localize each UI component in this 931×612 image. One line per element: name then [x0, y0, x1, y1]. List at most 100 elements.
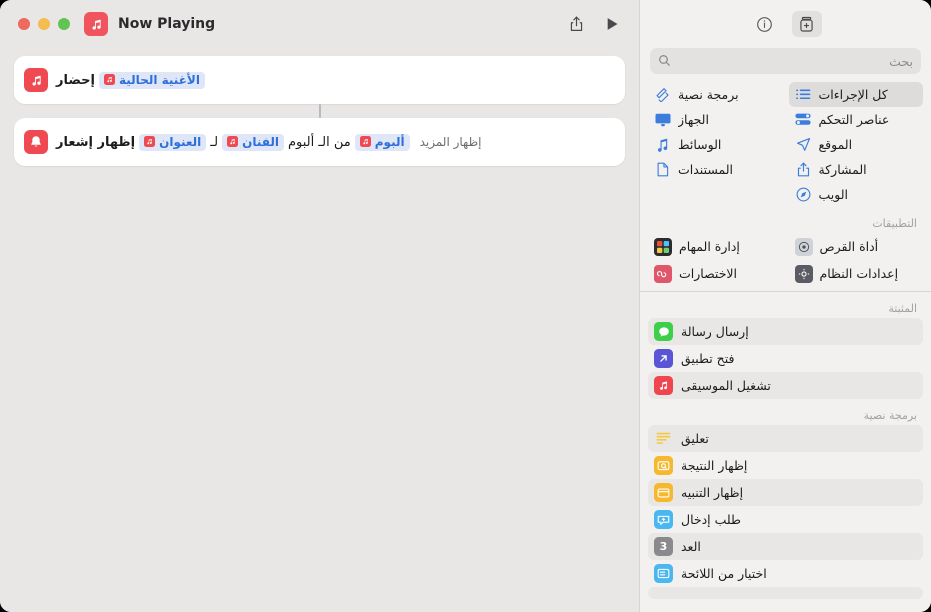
- close-button[interactable]: [58, 18, 70, 30]
- workflow-icon: [84, 12, 108, 36]
- list-icon: [795, 87, 812, 103]
- sidebar-item-scripting[interactable]: برمجة نصية: [648, 82, 783, 107]
- action-connector-word: لـ: [210, 134, 219, 150]
- search-container: بحث: [640, 48, 931, 82]
- action-card[interactable]: إظهار إشعار العنوان لـ الفنان من الـ ألب…: [14, 118, 625, 166]
- list-item[interactable]: فتح تطبيق: [648, 345, 923, 372]
- section-header-scripting: برمجة نصية: [863, 409, 917, 422]
- list-item[interactable]: إظهار التنبيه: [648, 479, 923, 506]
- search-input[interactable]: بحث: [677, 54, 913, 69]
- list-item[interactable]: [648, 587, 923, 599]
- main-toolbar: Now Playing: [0, 0, 639, 48]
- sidebar-scroll-area[interactable]: كل الإجراءات برمجة نصية عناصر التحكم الج…: [640, 82, 931, 612]
- script-icon: [654, 87, 671, 103]
- sidebar-item-label: الموقع: [818, 137, 853, 152]
- task-manager-icon: [654, 237, 672, 256]
- search-field[interactable]: بحث: [650, 48, 921, 74]
- sidebar-item-media[interactable]: الوسائط: [648, 132, 783, 157]
- sidebar-item-shortcuts[interactable]: الاختصارات: [648, 260, 783, 287]
- music-icon: [359, 136, 371, 147]
- section-header-pinned: المثبتة: [888, 302, 917, 315]
- open-app-icon: [654, 349, 673, 368]
- sidebar-item-all-actions[interactable]: كل الإجراءات: [788, 82, 923, 107]
- category-grid: كل الإجراءات برمجة نصية عناصر التحكم الج…: [640, 82, 931, 207]
- show-alert-icon: [654, 483, 673, 502]
- sidebar-item-label: برمجة نصية: [678, 87, 739, 102]
- comment-icon: [654, 429, 673, 448]
- sidebar-item-controls[interactable]: عناصر التحكم: [789, 107, 924, 132]
- choose-from-list-icon: [654, 564, 673, 583]
- sidebar-item-label: إدارة المهام: [679, 239, 740, 254]
- sidebar-item-label: الوسائط: [678, 137, 722, 152]
- display-icon: [654, 112, 671, 128]
- ask-input-icon: [654, 510, 673, 529]
- safari-icon: [795, 187, 812, 203]
- music-icon: [654, 376, 673, 395]
- list-item[interactable]: طلب إدخال: [648, 506, 923, 533]
- action-token[interactable]: العنوان: [139, 133, 207, 151]
- action-token[interactable]: الأغنية الحالية: [99, 71, 205, 89]
- action-card-body: إظهار إشعار العنوان لـ الفنان من الـ ألب…: [56, 133, 615, 151]
- list-item[interactable]: 3 العد: [648, 533, 923, 560]
- info-button[interactable]: [750, 11, 780, 37]
- action-canvas[interactable]: إحضار الأغنية الحالية إظهار إشعار العنوا…: [0, 48, 639, 612]
- list-item-label: اختيار من اللائحة: [681, 566, 767, 581]
- share-icon: [795, 162, 812, 178]
- add-action-button[interactable]: [791, 11, 822, 37]
- token-label: الفنان: [242, 134, 279, 149]
- share-button[interactable]: [563, 11, 589, 37]
- list-item[interactable]: تعليق: [648, 425, 923, 452]
- list-item-label: تشغيل الموسيقى: [681, 378, 771, 393]
- token-label: الأغنية الحالية: [119, 72, 200, 87]
- grid-filler: [648, 182, 783, 207]
- list-item-label: العد: [681, 539, 701, 554]
- zoom-button[interactable]: [18, 18, 30, 30]
- sidebar-item-device[interactable]: الجهاز: [648, 107, 783, 132]
- action-card[interactable]: إحضار الأغنية الحالية: [14, 56, 625, 104]
- workflow-editor-panel: Now Playing إحضار الأغنية الحالية إظهار …: [0, 0, 639, 612]
- action-token[interactable]: الفنان: [222, 133, 284, 151]
- count-icon: 3: [654, 537, 673, 556]
- workflow-title: Now Playing: [118, 16, 216, 32]
- minimize-button[interactable]: [38, 18, 50, 30]
- list-item[interactable]: تشغيل الموسيقى: [648, 372, 923, 399]
- sidebar-item-label: عناصر التحكم: [818, 112, 890, 127]
- list-item-label: إظهار التنبيه: [681, 485, 744, 500]
- sidebar-item-disk-utility[interactable]: أداة القرص: [789, 233, 924, 260]
- sidebar-item-web[interactable]: الويب: [789, 182, 924, 207]
- controls-icon: [795, 112, 812, 128]
- scripting-list: تعليق إظهار النتيجة إظهار التنبيه طلب إد…: [640, 425, 931, 599]
- action-token[interactable]: ألبوم: [354, 133, 410, 151]
- sidebar-item-documents[interactable]: المستندات: [648, 157, 783, 182]
- sidebar-item-label: أداة القرص: [819, 239, 879, 254]
- system-settings-icon: [794, 264, 813, 283]
- document-icon: [654, 162, 671, 178]
- sidebar-item-label: الويب: [818, 187, 849, 202]
- music-icon: [104, 74, 115, 85]
- sidebar-item-location[interactable]: الموقع: [789, 132, 924, 157]
- sidebar-item-task-manager[interactable]: إدارة المهام: [648, 233, 783, 260]
- action-verb: إحضار: [56, 72, 95, 88]
- messages-icon: [654, 322, 673, 341]
- list-item-label: إظهار النتيجة: [681, 458, 748, 473]
- list-item[interactable]: إرسال رسالة: [648, 318, 923, 345]
- run-button[interactable]: [599, 11, 625, 37]
- traffic-lights: [18, 18, 70, 30]
- shortcuts-window: Now Playing إحضار الأغنية الحالية إظهار …: [0, 0, 931, 612]
- disk-utility-icon: [794, 237, 813, 256]
- list-item-label: تعليق: [681, 431, 709, 446]
- sidebar-item-label: كل الإجراءات: [818, 87, 888, 102]
- music-icon: [144, 136, 156, 147]
- list-item-label: فتح تطبيق: [681, 351, 735, 366]
- show-more-button[interactable]: إظهار المزيد: [420, 135, 482, 149]
- sidebar-item-sharing[interactable]: المشاركة: [789, 157, 924, 182]
- action-verb: إظهار إشعار: [56, 134, 136, 150]
- apps-grid: أداة القرص إدارة المهام إعدادات النظام ا…: [640, 233, 931, 287]
- token-label: ألبوم: [374, 134, 405, 149]
- list-item[interactable]: إظهار النتيجة: [648, 452, 923, 479]
- sidebar-item-system-settings[interactable]: إعدادات النظام: [789, 260, 924, 287]
- search-icon: [658, 52, 671, 71]
- section-header-apps: التطبيقات: [872, 217, 917, 230]
- list-item[interactable]: اختيار من اللائحة: [648, 560, 923, 587]
- music-note-icon: [654, 137, 671, 153]
